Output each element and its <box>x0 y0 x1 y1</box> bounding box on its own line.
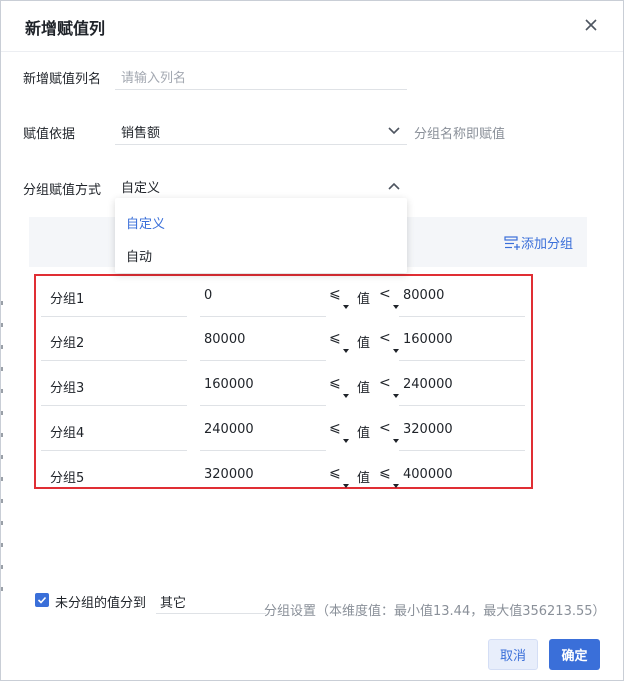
group-max-value: 240000 <box>403 377 453 392</box>
operator-right[interactable]: < <box>379 375 391 391</box>
group-min-value: 0 <box>204 288 213 303</box>
operator-caret-icon <box>343 484 349 488</box>
group-min-value: 240000 <box>204 422 254 437</box>
basis-label: 赋值依据 <box>23 127 76 142</box>
group-row: 分组2 80000 ⩽ 值 < 160000 <box>41 320 527 362</box>
ungrouped-label: 未分组的值分到 <box>55 596 147 611</box>
group-settings-info: 分组设置（本维度值：最小值13.44，最大值356213.55） <box>264 604 606 619</box>
group-row: 分组3 160000 ⩽ 值 < 240000 <box>41 365 527 407</box>
group-max-value: 400000 <box>403 467 453 482</box>
group-min-value: 80000 <box>204 332 246 347</box>
close-icon[interactable] <box>579 13 603 37</box>
operator-left[interactable]: ⩽ <box>329 420 341 436</box>
group-name-input[interactable]: 分组3 <box>41 365 187 406</box>
cancel-button[interactable]: 取消 <box>488 639 538 670</box>
header-divider <box>1 51 623 52</box>
group-min-input[interactable]: 80000 <box>200 320 326 361</box>
column-name-placeholder: 请输入列名 <box>121 71 187 86</box>
group-name-input[interactable]: 分组4 <box>41 410 187 451</box>
method-value: 自定义 <box>121 181 161 196</box>
group-max-input[interactable]: 160000 <box>399 320 525 361</box>
ungrouped-target-input[interactable]: 其它 <box>156 585 266 614</box>
value-symbol: 值 <box>357 292 371 307</box>
dialog-title: 新增赋值列 <box>25 19 106 38</box>
group-max-input[interactable]: 80000 <box>399 276 525 317</box>
group-name-input[interactable]: 分组1 <box>41 276 187 317</box>
group-max-input[interactable]: 400000 <box>399 455 525 495</box>
dropdown-option-auto[interactable]: 自动 <box>126 246 152 265</box>
operator-caret-icon <box>343 349 349 353</box>
check-icon <box>37 596 47 604</box>
operator-left[interactable]: ⩽ <box>329 465 341 481</box>
operator-right[interactable]: < <box>379 420 391 436</box>
group-name: 分组3 <box>50 381 85 396</box>
ok-button[interactable]: 确定 <box>549 639 600 670</box>
value-symbol: 值 <box>357 426 371 441</box>
dropdown-option-custom[interactable]: 自定义 <box>126 213 165 232</box>
operator-right[interactable]: < <box>379 286 391 302</box>
group-min-value: 320000 <box>204 467 254 482</box>
group-max-value: 160000 <box>403 332 453 347</box>
background-edge-marks <box>1 301 4 609</box>
operator-caret-icon <box>343 439 349 443</box>
group-name: 分组2 <box>50 336 85 351</box>
operator-left[interactable]: ⩽ <box>329 286 341 302</box>
add-assigned-column-dialog: 新增赋值列 新增赋值列名 请输入列名 赋值依据 销售额 分组名称即赋值 分组赋值… <box>0 0 624 681</box>
chevron-up-icon <box>388 182 400 190</box>
group-max-input[interactable]: 240000 <box>399 365 525 406</box>
method-label: 分组赋值方式 <box>23 183 102 198</box>
group-max-value: 320000 <box>403 422 453 437</box>
value-symbol: 值 <box>357 336 371 351</box>
add-group-label: 添加分组 <box>521 237 574 252</box>
group-row: 分组5 320000 ⩽ 值 ⩽ 400000 <box>41 455 527 497</box>
operator-left[interactable]: ⩽ <box>329 330 341 346</box>
operator-caret-icon <box>343 394 349 398</box>
group-name-input[interactable]: 分组2 <box>41 320 187 361</box>
group-row: 分组4 240000 ⩽ 值 < 320000 <box>41 410 527 452</box>
value-symbol: 值 <box>357 471 371 486</box>
add-group-button[interactable]: 添加分组 <box>504 233 573 252</box>
group-name-input[interactable]: 分组5 <box>41 455 187 495</box>
operator-right[interactable]: ⩽ <box>379 465 391 481</box>
method-dropdown-menu: 自定义 自动 <box>115 198 407 273</box>
column-name-label: 新增赋值列名 <box>23 72 102 87</box>
value-symbol: 值 <box>357 381 371 396</box>
column-name-input[interactable]: 请输入列名 <box>115 61 407 90</box>
operator-left[interactable]: ⩽ <box>329 375 341 391</box>
group-min-input[interactable]: 320000 <box>200 455 326 495</box>
basis-select[interactable]: 销售额 <box>115 116 407 145</box>
group-min-input[interactable]: 240000 <box>200 410 326 451</box>
group-name: 分组4 <box>50 426 85 441</box>
basis-value: 销售额 <box>121 126 161 141</box>
ungrouped-checkbox[interactable] <box>35 593 49 607</box>
chevron-down-icon <box>388 127 400 135</box>
ungrouped-target-value: 其它 <box>160 596 187 611</box>
dialog-header: 新增赋值列 <box>1 1 623 51</box>
group-min-input[interactable]: 0 <box>200 276 326 317</box>
operator-caret-icon <box>343 305 349 309</box>
method-select[interactable]: 自定义 <box>115 171 407 199</box>
group-name: 分组5 <box>50 471 85 486</box>
group-name: 分组1 <box>50 292 85 307</box>
group-row: 分组1 0 ⩽ 值 < 80000 <box>41 276 527 318</box>
group-max-input[interactable]: 320000 <box>399 410 525 451</box>
add-group-icon <box>504 235 520 250</box>
group-min-value: 160000 <box>204 377 254 392</box>
group-max-value: 80000 <box>403 288 445 303</box>
group-min-input[interactable]: 160000 <box>200 365 326 406</box>
operator-right[interactable]: < <box>379 330 391 346</box>
basis-hint: 分组名称即赋值 <box>414 127 506 142</box>
